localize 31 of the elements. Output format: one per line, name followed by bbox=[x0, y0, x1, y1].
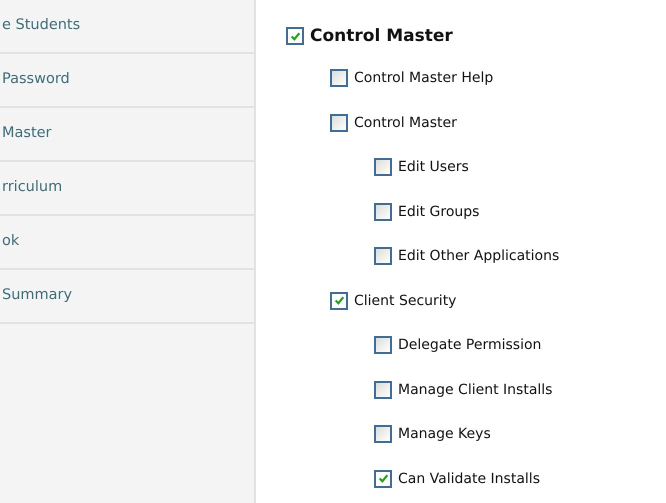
checkbox-label: Control Master bbox=[310, 26, 453, 46]
checkbox[interactable] bbox=[330, 292, 348, 310]
checkbox-label: Edit Users bbox=[398, 159, 469, 176]
checkbox[interactable] bbox=[374, 202, 392, 221]
checkbox-label: Client Security bbox=[354, 292, 456, 309]
checkbox[interactable] bbox=[374, 425, 392, 444]
checkbox-label: Manage Keys bbox=[398, 426, 491, 442]
sidebar-item[interactable]: Summary bbox=[0, 270, 254, 324]
sidebar-item[interactable]: e Students bbox=[0, 0, 254, 54]
sidebar-item[interactable]: Master bbox=[0, 108, 254, 162]
checkbox-label: Manage Client Installs bbox=[398, 382, 552, 398]
checkbox[interactable] bbox=[286, 27, 304, 45]
checkbox[interactable] bbox=[374, 247, 392, 266]
check-icon bbox=[378, 473, 388, 484]
checkbox[interactable] bbox=[374, 158, 392, 176]
checkbox-label: Edit Other Applications bbox=[398, 248, 560, 264]
check-icon bbox=[290, 30, 300, 42]
checkbox[interactable] bbox=[330, 114, 348, 132]
check-icon bbox=[334, 295, 344, 306]
checkbox[interactable] bbox=[374, 470, 392, 488]
checkbox-label: Control Master bbox=[354, 114, 457, 131]
checkbox-label: Can Validate Installs bbox=[398, 470, 540, 487]
sidebar-item[interactable]: rriculum bbox=[0, 162, 254, 216]
sidebar-item[interactable]: Password bbox=[0, 54, 254, 108]
checkbox[interactable] bbox=[330, 69, 348, 88]
checkbox-label: Edit Groups bbox=[398, 204, 480, 220]
sidebar-item[interactable]: ok bbox=[0, 216, 254, 270]
checkbox[interactable] bbox=[374, 380, 392, 399]
checkbox[interactable] bbox=[374, 336, 392, 354]
checkbox-label: Delegate Permission bbox=[398, 337, 542, 354]
checkbox-label: Control Master Help bbox=[354, 70, 494, 86]
